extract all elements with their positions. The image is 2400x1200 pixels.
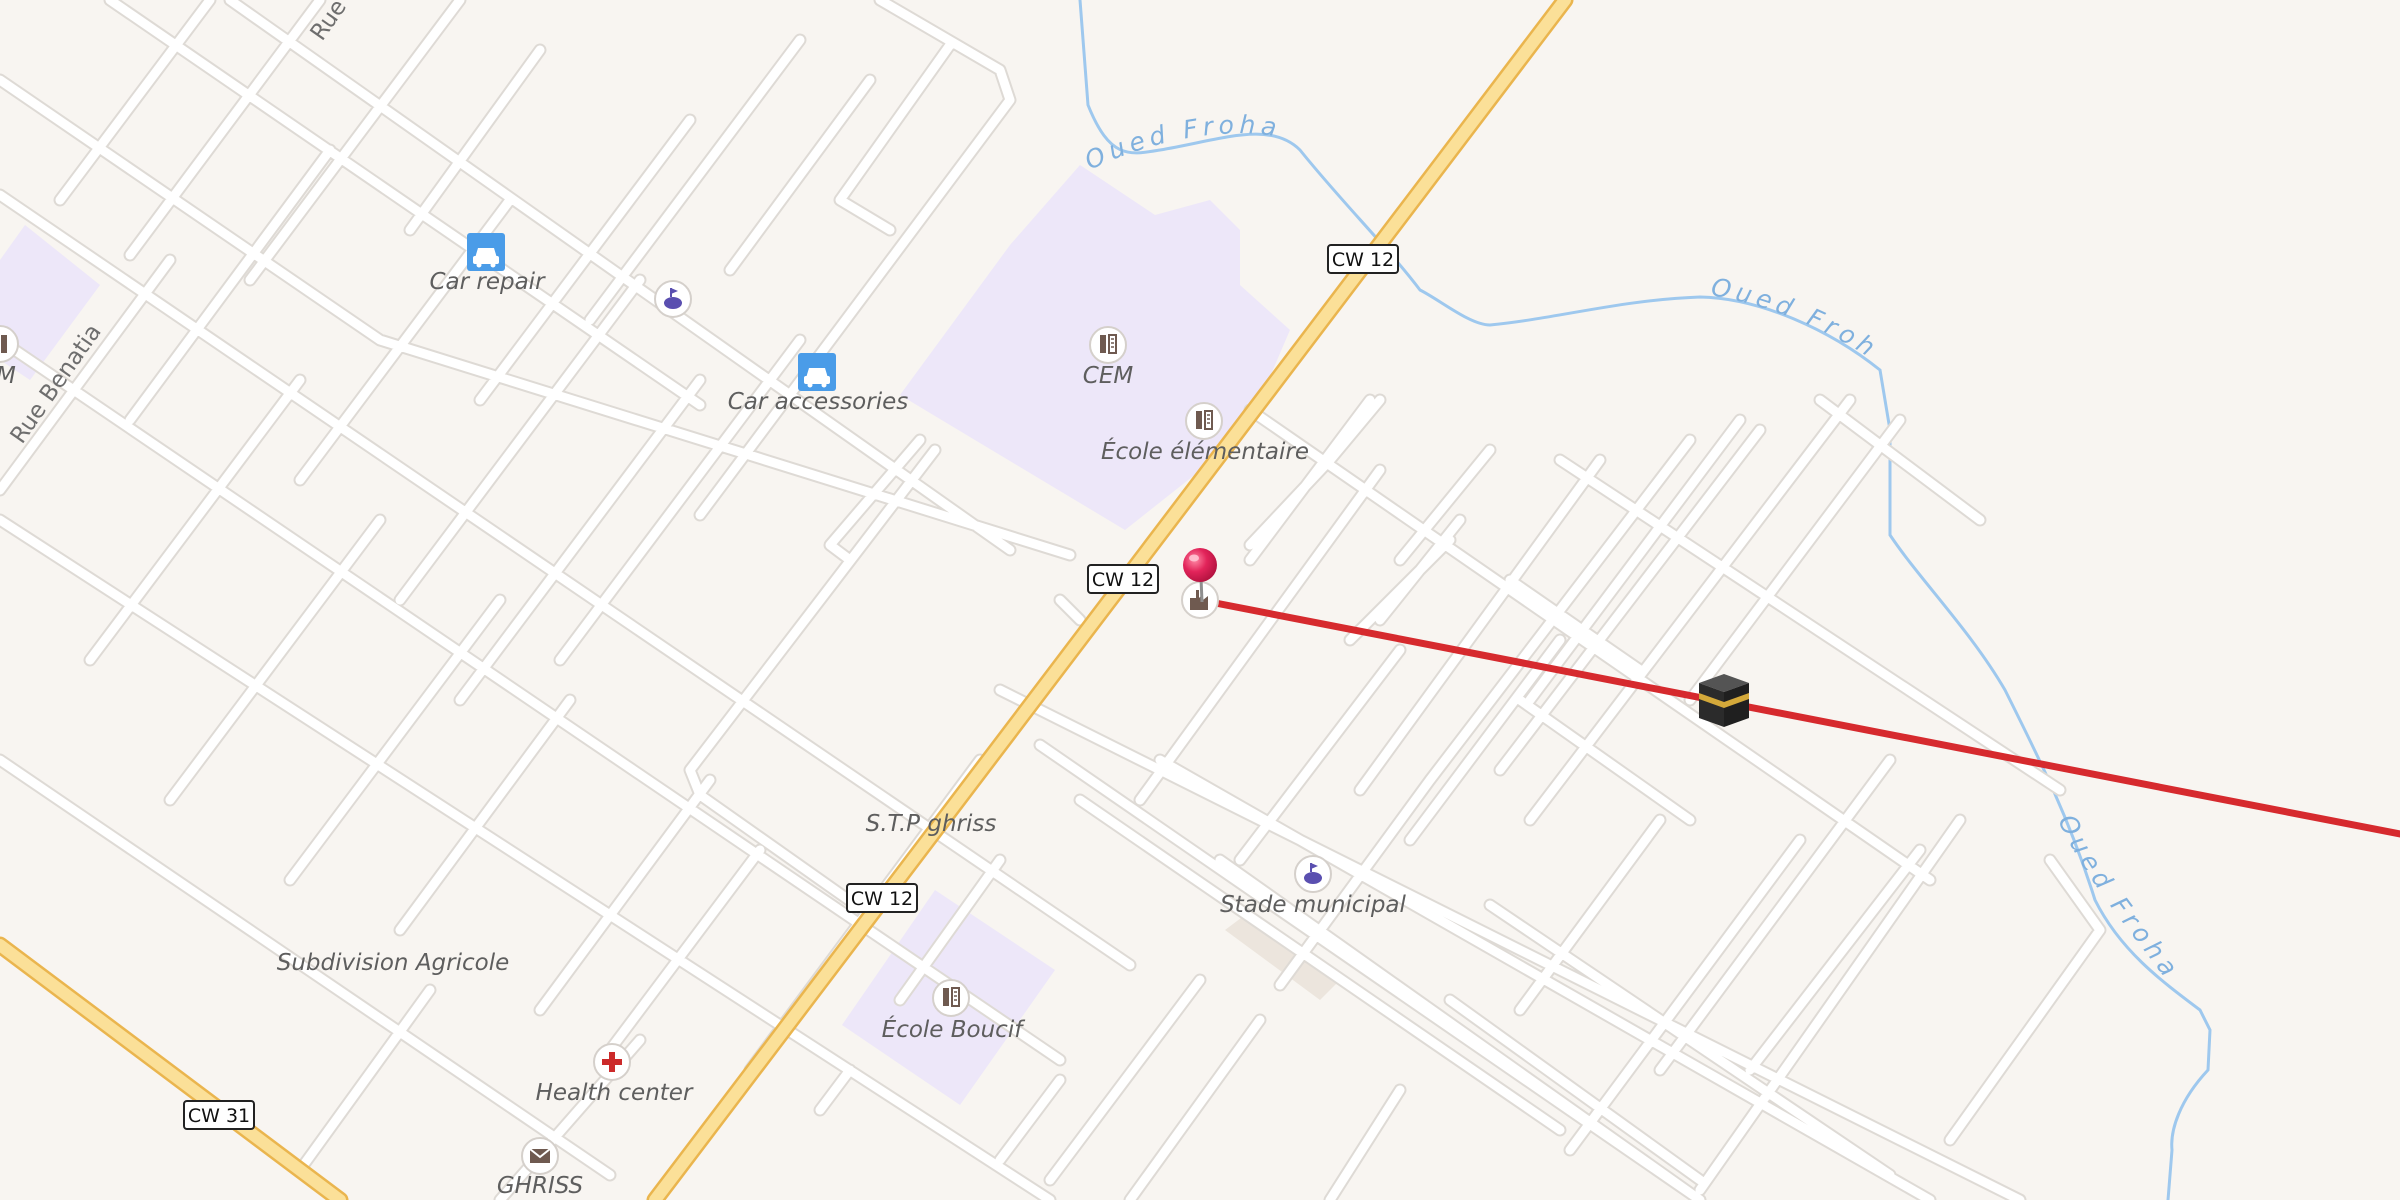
qibla-direction-line — [1196, 596, 2400, 838]
cem-label: CEM — [1083, 363, 1134, 389]
ecole-elementaire-label: École élémentaire — [1101, 437, 1309, 465]
stp-ghriss-label[interactable]: S.T.P ghriss — [866, 811, 997, 837]
school-icon — [1185, 402, 1223, 440]
school-icon — [932, 979, 970, 1017]
car-accessories-label: Car accessories — [728, 389, 908, 415]
stadium-icon — [654, 280, 692, 318]
svg-text:CW 12: CW 12 — [1332, 249, 1394, 271]
post-office-icon — [521, 1137, 559, 1175]
ecole-boucif-label: École Boucif — [882, 1015, 1026, 1043]
map-canvas[interactable]: Oued Froha Oued Froha Oued Froha Rue Ben… — [0, 0, 2400, 1200]
primary-roads — [0, 0, 1574, 1200]
car-repair-poi[interactable]: Car repair — [429, 233, 546, 295]
river-label-1: Oued Froha — [1080, 110, 1283, 175]
svg-text:CW 12: CW 12 — [851, 888, 913, 910]
svg-text:CW 31: CW 31 — [188, 1105, 250, 1127]
cw12-shield-top[interactable]: CW 12 — [1327, 244, 1399, 274]
subdivision-agricole-label[interactable]: Subdivision Agricole — [277, 950, 510, 976]
health-center-label: Health center — [536, 1080, 694, 1106]
cw12-shield-mid[interactable]: CW 12 — [1087, 564, 1159, 594]
cw31-shield[interactable]: CW 31 — [183, 1100, 255, 1130]
health-cross-icon — [593, 1043, 631, 1081]
left-school-label: M — [0, 363, 16, 389]
svg-text:CW 12: CW 12 — [1092, 569, 1154, 591]
car-icon — [467, 233, 505, 271]
kaaba-icon[interactable] — [1699, 674, 1749, 727]
map-svg: Oued Froha Oued Froha Oued Froha Rue Ben… — [0, 0, 2400, 1200]
minor-roads — [0, 0, 2107, 1200]
school-icon — [1089, 326, 1127, 364]
stade-municipal-label: Stade municipal — [1220, 892, 1406, 918]
car-repair-label: Car repair — [429, 269, 546, 295]
stadium-icon — [1294, 855, 1332, 893]
health-center-poi[interactable]: Health center — [536, 1043, 694, 1106]
ghriss-label: GHRISS — [497, 1173, 583, 1199]
sports-poi-top[interactable] — [654, 280, 692, 318]
car-icon — [798, 353, 836, 391]
cw12-shield-bottom[interactable]: CW 12 — [846, 883, 918, 913]
